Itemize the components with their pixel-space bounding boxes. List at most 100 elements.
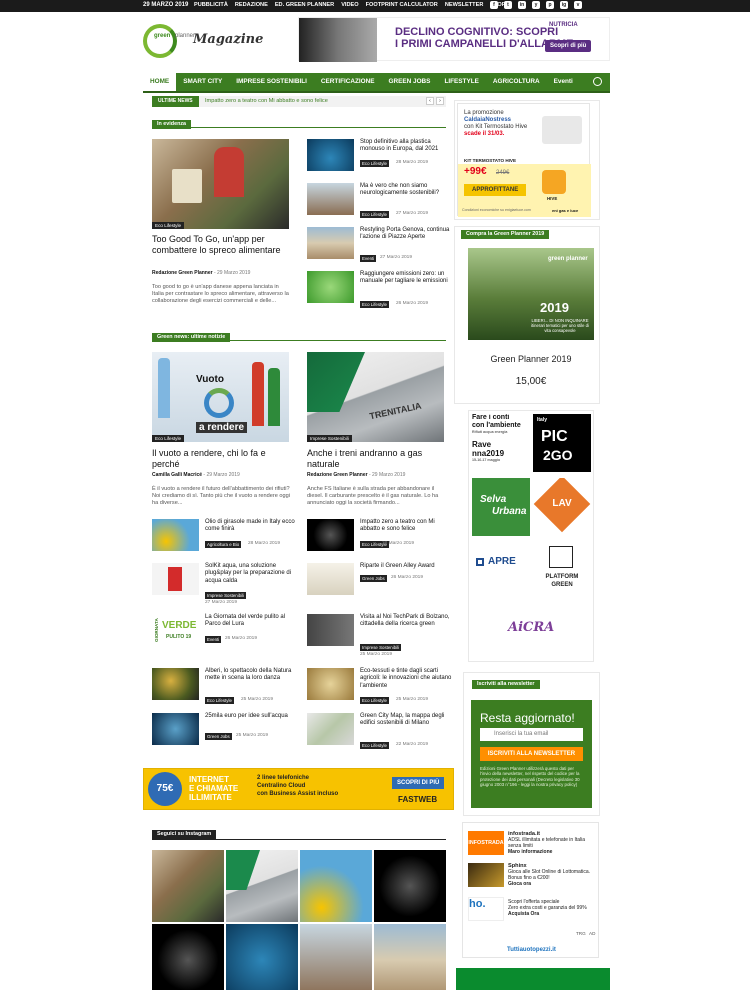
nav-smart-city[interactable]: SMART CITY bbox=[176, 73, 229, 91]
instagram-photo[interactable] bbox=[152, 924, 224, 990]
ad-item-2[interactable]: Sphinx Gioca alle Slot Online di Lottomat… bbox=[508, 863, 594, 887]
list-badge[interactable]: Eco Lifestyle bbox=[360, 301, 389, 308]
ad-footer-link[interactable]: Tuttiauotopezzi.it bbox=[463, 947, 600, 953]
header-ad-cta[interactable]: Scopri di più bbox=[545, 40, 592, 52]
vuoto-image[interactable]: Vuoto a rendere Eco Lifestyle bbox=[152, 352, 289, 442]
pinterest-icon[interactable]: p bbox=[546, 1, 554, 9]
infostrada-ad[interactable]: INFOSTRADA infostrada.it ADSL illimitata … bbox=[462, 822, 599, 958]
list-badge[interactable]: Green Jobs bbox=[205, 733, 232, 740]
eni-cta[interactable]: APPROFITTANE bbox=[464, 184, 527, 196]
list-item[interactable]: Eco-tessuti e tinte dagli scarti agricol… bbox=[307, 668, 455, 710]
treni-title[interactable]: Anche i treni andranno a gas naturale bbox=[307, 448, 447, 469]
list-item[interactable]: Raggiungere emissioni zero: un manuale p… bbox=[307, 271, 455, 313]
list-item[interactable]: 25mila euro per idee sull'acqua Green Jo… bbox=[152, 713, 300, 755]
list-title[interactable]: Raggiungere emissioni zero: un manuale p… bbox=[360, 271, 452, 286]
top-menu-pubblicita[interactable]: PUBBLICITÀ bbox=[194, 2, 228, 8]
sponsor-selva-urbana[interactable]: Selva Urbana bbox=[472, 478, 530, 536]
ad-item3-cta[interactable]: Acquista Ora bbox=[508, 911, 594, 917]
top-menu-footprint[interactable]: FOOTPRINT CALCULATOR bbox=[366, 2, 438, 8]
treni-category[interactable]: Imprese Sostenibili bbox=[307, 435, 352, 442]
featured-image[interactable]: Eco Lifestyle bbox=[152, 139, 289, 229]
list-title[interactable]: Eco-tessuti e tinte dagli scarti agricol… bbox=[360, 668, 452, 690]
list-badge[interactable]: Eventi bbox=[360, 255, 377, 262]
treni-author[interactable]: Redazione Green Planner bbox=[307, 472, 368, 478]
list-title[interactable]: Visita al Noi TechPark di Bolzano, citta… bbox=[360, 614, 452, 629]
nav-imprese-sostenibili[interactable]: IMPRESE SOSTENIBILI bbox=[229, 73, 314, 91]
list-title[interactable]: Riparte il Green Alley Award bbox=[360, 563, 452, 570]
instagram-photo[interactable] bbox=[374, 924, 446, 990]
list-item[interactable]: Restyling Porta Genova, continua l'azion… bbox=[307, 227, 455, 269]
list-item[interactable]: Green City Map, la mappa degli edifici s… bbox=[307, 713, 455, 755]
list-title[interactable]: Stop definitivo alla plastica monouso in… bbox=[360, 139, 452, 154]
sponsor-aicra[interactable]: AiCRA bbox=[502, 606, 560, 658]
top-menu-video[interactable]: VIDEO bbox=[341, 2, 358, 8]
sponsor-apre[interactable]: APRE bbox=[472, 542, 530, 600]
list-title[interactable]: SolKit aqua, una soluzione plug&play per… bbox=[205, 563, 297, 585]
list-title[interactable]: Ma è vero che non siamo neurologicamente… bbox=[360, 183, 452, 198]
sponsor-platform-green[interactable]: PLATFORM GREEN bbox=[533, 542, 591, 600]
nav-home[interactable]: HOME bbox=[143, 73, 177, 91]
instagram-photo[interactable] bbox=[226, 850, 298, 922]
newsletter-email-input[interactable]: Inserisci la tua email bbox=[480, 728, 583, 741]
list-title[interactable]: Alberi, lo spettacolo della Natura mette… bbox=[205, 668, 297, 683]
nav-eventi[interactable]: Eventi bbox=[547, 73, 580, 91]
list-item[interactable]: Alberi, lo spettacolo della Natura mette… bbox=[152, 668, 300, 710]
featured-title[interactable]: Too Good To Go, un'app per combattere lo… bbox=[152, 234, 292, 255]
top-menu-ed-green-planner[interactable]: ED. GREEN PLANNER bbox=[275, 2, 334, 8]
vuoto-title[interactable]: Il vuoto a rendere, chi lo fa e perché bbox=[152, 448, 292, 469]
featured-category[interactable]: Eco Lifestyle bbox=[152, 222, 185, 229]
vimeo-icon[interactable]: v bbox=[574, 1, 582, 9]
youtube-icon[interactable]: y bbox=[532, 1, 540, 9]
sponsor-lav[interactable]: LAV bbox=[533, 478, 591, 536]
vuoto-category[interactable]: Eco Lifestyle bbox=[152, 435, 185, 442]
instagram-photo[interactable] bbox=[152, 850, 224, 922]
list-badge[interactable]: Agricoltura e Bio bbox=[205, 541, 242, 548]
instagram-photo[interactable] bbox=[226, 924, 298, 990]
list-badge[interactable]: Green Jobs bbox=[360, 575, 387, 582]
list-item[interactable]: Olio di girasole made in Italy ecco come… bbox=[152, 519, 300, 561]
top-menu-newsletter[interactable]: NEWSLETTER bbox=[445, 2, 484, 8]
search-icon[interactable] bbox=[593, 77, 602, 86]
sponsor-pic2go[interactable]: Italy PIC 2GO bbox=[533, 414, 591, 472]
ticker-headline[interactable]: Impatto zero a teatro con Mi abbatto e s… bbox=[205, 98, 328, 104]
ad-item1-cta[interactable]: Maro informazione bbox=[508, 849, 594, 855]
list-item[interactable]: Stop definitivo alla plastica monouso in… bbox=[307, 139, 455, 181]
vuoto-author[interactable]: Camilla Galli Macricé bbox=[152, 472, 202, 478]
list-item[interactable]: GIORNATA VERDE PULITO 19 La Giornata del… bbox=[152, 614, 300, 656]
list-title[interactable]: Olio di girasole made in Italy ecco come… bbox=[205, 519, 297, 534]
list-badge[interactable]: Eco Lifestyle bbox=[205, 697, 234, 704]
ticker-next-icon[interactable]: › bbox=[436, 97, 444, 105]
list-badge[interactable]: Eco Lifestyle bbox=[360, 211, 389, 218]
ticker-prev-icon[interactable]: ‹ bbox=[426, 97, 434, 105]
list-item[interactable]: Visita al Noi TechPark di Bolzano, citta… bbox=[307, 614, 455, 662]
list-title[interactable]: Green City Map, la mappa degli edifici s… bbox=[360, 713, 452, 728]
planner-book-image[interactable]: green planner 2019 LIBERI... DI NON INQU… bbox=[468, 248, 594, 340]
list-title[interactable]: Restyling Porta Genova, continua l'azion… bbox=[360, 227, 452, 242]
list-badge[interactable]: Imprese Sostenibili bbox=[205, 592, 247, 599]
list-badge[interactable]: Imprese Sostenibili bbox=[360, 644, 402, 651]
top-menu-redazione[interactable]: REDAZIONE bbox=[235, 2, 268, 8]
featured-author[interactable]: Redazione Green Planner bbox=[152, 270, 213, 276]
newsletter-subscribe-button[interactable]: ISCRIVITI ALLA NEWSLETTER bbox=[480, 747, 583, 761]
list-item[interactable]: Impatto zero a teatro con Mi abbatto e s… bbox=[307, 519, 455, 561]
trenitalia-image[interactable]: TRENITALIA Imprese Sostenibili bbox=[307, 352, 444, 442]
list-item[interactable]: Ma è vero che non siamo neurologicamente… bbox=[307, 183, 455, 225]
eni-ad[interactable]: La promozione CaldaiaNostress con Kit Te… bbox=[457, 103, 591, 217]
list-badge[interactable]: Eco Lifestyle bbox=[360, 742, 389, 749]
list-badge[interactable]: Eco Lifestyle bbox=[360, 697, 389, 704]
fastweb-cta[interactable]: SCOPRI DI PIÙ bbox=[392, 777, 445, 789]
header-ad-banner[interactable]: DECLINO COGNITIVO: SCOPRI I PRIMI CAMPAN… bbox=[298, 17, 610, 62]
linkedin-icon[interactable]: in bbox=[518, 1, 526, 9]
list-title[interactable]: Impatto zero a teatro con Mi abbatto e s… bbox=[360, 519, 452, 534]
product-name[interactable]: Green Planner 2019 bbox=[468, 354, 594, 364]
nav-agricoltura[interactable]: AGRICOLTURA bbox=[486, 73, 547, 91]
facebook-icon[interactable]: f bbox=[490, 1, 498, 9]
list-title[interactable]: La Giornata del verde pulito al Parco de… bbox=[205, 614, 297, 629]
list-item[interactable]: SolKit aqua, una soluzione plug&play per… bbox=[152, 563, 300, 609]
ad-item2-cta[interactable]: Gioca ora bbox=[508, 881, 594, 887]
list-item[interactable]: Riparte il Green Alley Award Green Jobs … bbox=[307, 563, 455, 605]
sponsor-fare-i-conti[interactable]: Fare i conti con l'ambiente Rifiuti acqu… bbox=[472, 414, 530, 472]
site-logo[interactable]: green planner Magazine bbox=[143, 24, 263, 60]
list-badge[interactable]: Eventi bbox=[205, 636, 222, 643]
list-title[interactable]: 25mila euro per idee sull'acqua bbox=[205, 713, 297, 720]
